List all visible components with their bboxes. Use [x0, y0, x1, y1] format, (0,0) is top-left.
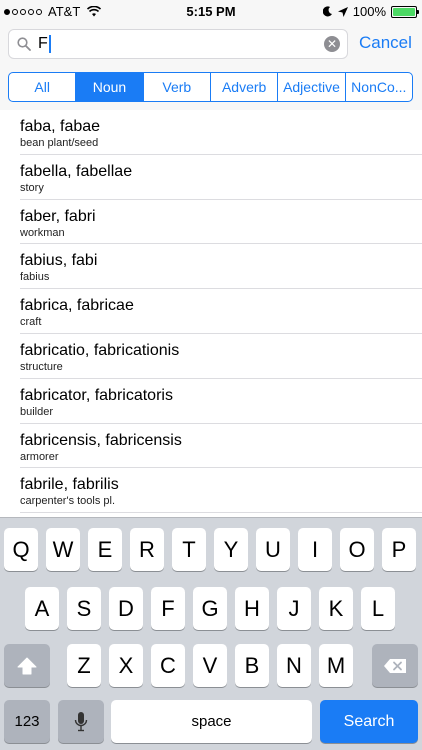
entry-definition: craft [20, 316, 42, 329]
clear-icon[interactable]: ✕ [324, 36, 340, 52]
space-key[interactable]: space [111, 700, 312, 743]
list-item[interactable]: fabricator, fabricatoris builder [20, 379, 422, 424]
key-r[interactable]: R [130, 528, 164, 571]
location-arrow-icon [337, 6, 348, 17]
key-f[interactable]: F [151, 587, 185, 630]
shift-icon [17, 657, 37, 674]
key-g[interactable]: G [193, 587, 227, 630]
segment-nonco[interactable]: NonCo... [346, 73, 412, 101]
list-item[interactable]: fabricensis, fabricensis armorer [20, 424, 422, 469]
backspace-icon [384, 658, 406, 673]
entry-term: fabrile, fabrilis [20, 476, 119, 494]
entry-definition: bean plant/seed [20, 137, 99, 149]
search-header: F ✕ Cancel All Noun Verb Adverb Adjectiv… [0, 24, 422, 110]
numbers-key[interactable]: 123 [4, 700, 50, 743]
key-y[interactable]: Y [214, 528, 248, 571]
key-x[interactable]: X [109, 644, 143, 687]
search-key[interactable]: Search [320, 700, 418, 743]
entry-term: faba, fabae [20, 118, 101, 135]
entry-definition: story [20, 181, 44, 194]
segment-adjective[interactable]: Adjective [278, 73, 346, 101]
entry-term: faber, fabri [20, 207, 96, 225]
list-item[interactable]: fabricatio, fabricationis structure [20, 334, 422, 379]
list-item[interactable]: faber, fabri workman [20, 200, 422, 245]
key-v[interactable]: V [193, 644, 227, 687]
search-value: F [38, 35, 51, 53]
shift-key[interactable] [4, 644, 50, 687]
list-item[interactable]: fabrica, fabricae craft [20, 289, 422, 334]
list-item[interactable]: fabella, fabellae story [20, 155, 422, 200]
entry-definition: workman [20, 226, 65, 239]
status-bar: AT&T 5:15 PM 100% [0, 0, 422, 24]
key-q[interactable]: Q [4, 528, 38, 571]
on-screen-keyboard: Q W E R T Y U I O P A S D F G H J K L Z … [0, 517, 422, 750]
key-w[interactable]: W [46, 528, 80, 571]
key-b[interactable]: B [235, 644, 269, 687]
cancel-button[interactable]: Cancel [359, 33, 412, 53]
text-caret [48, 35, 51, 53]
entry-term: fabella, fabellae [20, 162, 133, 180]
key-s[interactable]: S [67, 587, 101, 630]
delete-key[interactable] [372, 644, 418, 687]
entry-definition: fabius [20, 271, 50, 284]
key-a[interactable]: A [25, 587, 59, 630]
key-c[interactable]: C [151, 644, 185, 687]
battery-icon [391, 5, 419, 18]
key-d[interactable]: D [109, 587, 143, 630]
key-n[interactable]: N [277, 644, 311, 687]
entry-definition: structure [20, 360, 63, 373]
key-i[interactable]: I [298, 528, 332, 571]
search-input[interactable]: F ✕ [8, 29, 348, 59]
segment-noun[interactable]: Noun [76, 73, 144, 101]
entry-definition: armorer [20, 450, 59, 463]
entry-term: fabricatio, fabricationis [20, 341, 180, 359]
key-j[interactable]: J [277, 587, 311, 630]
key-h[interactable]: H [235, 587, 269, 630]
key-e[interactable]: E [88, 528, 122, 571]
entry-term: fabricator, fabricatoris [20, 386, 173, 404]
segment-adverb[interactable]: Adverb [211, 73, 279, 101]
key-u[interactable]: U [256, 528, 290, 571]
part-of-speech-filter: All Noun Verb Adverb Adjective NonCo... [8, 72, 413, 102]
results-list: faba, fabae bean plant/seed fabella, fab… [0, 110, 422, 517]
battery-percent: 100% [352, 4, 386, 19]
entry-definition: builder [20, 405, 54, 418]
entry-term: fabius, fabi [20, 252, 98, 270]
segment-verb[interactable]: Verb [144, 73, 211, 101]
moon-icon [322, 6, 332, 17]
entry-term: fabrica, fabricae [20, 297, 134, 315]
entry-term: fabricensis, fabricensis [20, 431, 182, 449]
key-p[interactable]: P [382, 528, 416, 571]
entry-definition: carpenter's tools pl. [20, 495, 116, 508]
key-m[interactable]: M [319, 644, 353, 687]
key-z[interactable]: Z [67, 644, 101, 687]
list-item[interactable]: faba, fabae bean plant/seed [20, 110, 422, 155]
search-icon [17, 37, 31, 51]
search-text: F [38, 35, 48, 52]
key-o[interactable]: O [340, 528, 374, 571]
status-right: 100% [322, 4, 419, 19]
microphone-icon [74, 711, 88, 731]
list-item[interactable]: fabius, fabi fabius [20, 244, 422, 290]
key-l[interactable]: L [361, 587, 395, 630]
segment-all[interactable]: All [9, 73, 77, 101]
key-k[interactable]: K [319, 587, 353, 630]
list-item[interactable]: fabrile, fabrilis carpenter's tools pl. [20, 468, 422, 514]
key-t[interactable]: T [172, 528, 206, 571]
dictation-key[interactable] [58, 700, 104, 743]
